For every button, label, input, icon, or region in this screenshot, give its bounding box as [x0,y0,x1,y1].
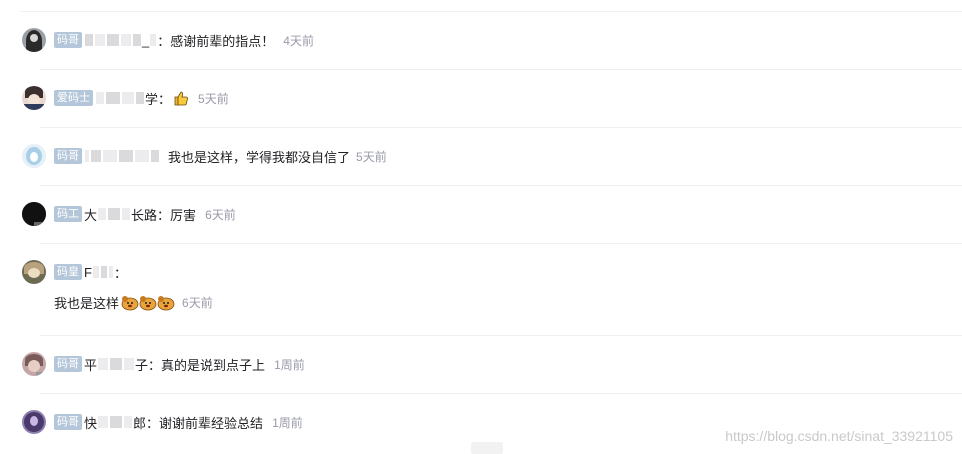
comment-text: 感谢前辈的指点！ [170,33,275,49]
username[interactable]: 学 [95,89,158,108]
comment-text: 谢谢前辈经验总结 [159,415,264,431]
username[interactable]: 大 长路 [84,205,157,224]
watermark: https://blog.csdn.net/sinat_33921105 [725,428,953,444]
username[interactable] [84,150,160,162]
avatar[interactable] [22,352,46,376]
username-prefix: 平 [84,357,98,373]
username[interactable]: F [84,265,114,280]
separator: ： [157,33,171,49]
comment-time: 4天前 [283,33,314,48]
divider [40,335,962,336]
comment-text: 我也是这样 [54,295,120,311]
comment-text: 我也是这样，学得我都没自信了 [168,149,351,165]
username-suffix: 学 [145,91,159,107]
username[interactable]: 快 郎 [84,413,146,432]
username-suffix: _ [142,32,150,48]
separator: ： [148,357,162,373]
comment-text: 真的是说到点子上 [161,357,266,373]
level-badge: 爱码士 [54,90,93,106]
username-prefix: 大 [84,207,98,223]
username-prefix: 快 [84,415,98,431]
username-prefix: F [84,264,92,280]
level-badge: 码哥 [54,32,82,48]
avatar[interactable] [22,410,46,434]
separator: ： [157,207,171,223]
avatar[interactable] [22,86,46,110]
username[interactable]: 平 子 [84,355,148,374]
username-suffix: 子 [135,357,149,373]
avatar[interactable] [22,144,46,168]
comment-time: 1周前 [272,415,303,430]
comment-time: 6天前 [182,295,213,310]
separator: ： [146,415,160,431]
dog-emoji-icon [121,295,139,311]
thumbs-up-icon [173,90,189,106]
level-badge: 码哥 [54,356,82,372]
comment-time: 1周前 [274,357,305,372]
level-badge: 码哥 [54,414,82,430]
dog-emoji-icon [139,295,157,311]
divider [40,243,962,244]
divider [40,393,962,394]
avatar[interactable] [22,202,46,226]
top-divider [20,11,962,12]
separator: ： [113,265,127,281]
separator: ： [158,91,172,107]
comment-time: 5天前 [198,91,229,106]
username-suffix: 郎 [133,415,147,431]
level-badge: 码哥 [54,148,82,164]
username[interactable]: _ [84,33,157,48]
divider [40,69,962,70]
divider [40,127,962,128]
comment-time: 6天前 [205,207,236,222]
avatar[interactable] [22,28,46,52]
level-badge: 码皇 [54,264,82,280]
comment-time: 5天前 [356,149,387,164]
divider [40,185,962,186]
comment-text: 厉害 [170,207,197,223]
username-suffix: 长路 [131,207,158,223]
avatar[interactable] [22,260,46,284]
level-badge: 码工 [54,206,82,222]
load-more-button[interactable] [471,442,503,454]
dog-emoji-icon [157,295,175,311]
